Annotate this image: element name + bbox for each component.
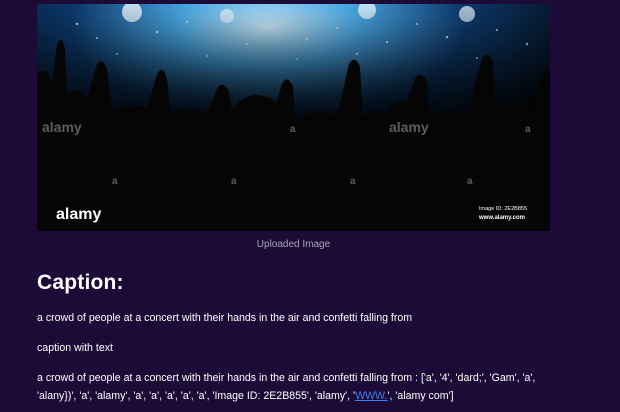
- caption-text: a crowd of people at a concert with thei…: [37, 312, 413, 324]
- site-text: www.alamy.com: [478, 215, 525, 221]
- image-caption: Uploaded Image: [256, 239, 331, 250]
- combined-caption: a crowd of people at a concert with thei…: [37, 369, 567, 405]
- image-id-text: Image ID: 2E2B855: [479, 206, 527, 212]
- watermark-small: a: [525, 124, 531, 135]
- uploaded-image: alamy alamy a a a a a a alamy Image ID: …: [37, 4, 550, 231]
- watermark-small: a: [290, 124, 296, 135]
- alamy-logo: alamy: [56, 206, 101, 223]
- scrollbar[interactable]: [612, 0, 620, 412]
- watermark-text: alamy: [42, 119, 82, 135]
- combined-prefix: a crowd of people at a concert with thei…: [37, 372, 536, 402]
- watermark-small: a: [350, 176, 356, 187]
- caption-heading: Caption:: [37, 271, 124, 294]
- www-link[interactable]: WWW.: [355, 390, 387, 402]
- caption-with-text-label: caption with text: [37, 342, 113, 354]
- watermark-small: a: [467, 176, 473, 187]
- app-page: alamy alamy a a a a a a alamy Image ID: …: [0, 0, 620, 412]
- watermark-small: a: [112, 176, 118, 187]
- watermark-text: alamy: [389, 119, 429, 135]
- combined-suffix: ', 'alamy com']: [387, 390, 454, 402]
- concert-photo: alamy alamy a a a a a a alamy Image ID: …: [37, 4, 550, 231]
- watermark-small: a: [231, 176, 237, 187]
